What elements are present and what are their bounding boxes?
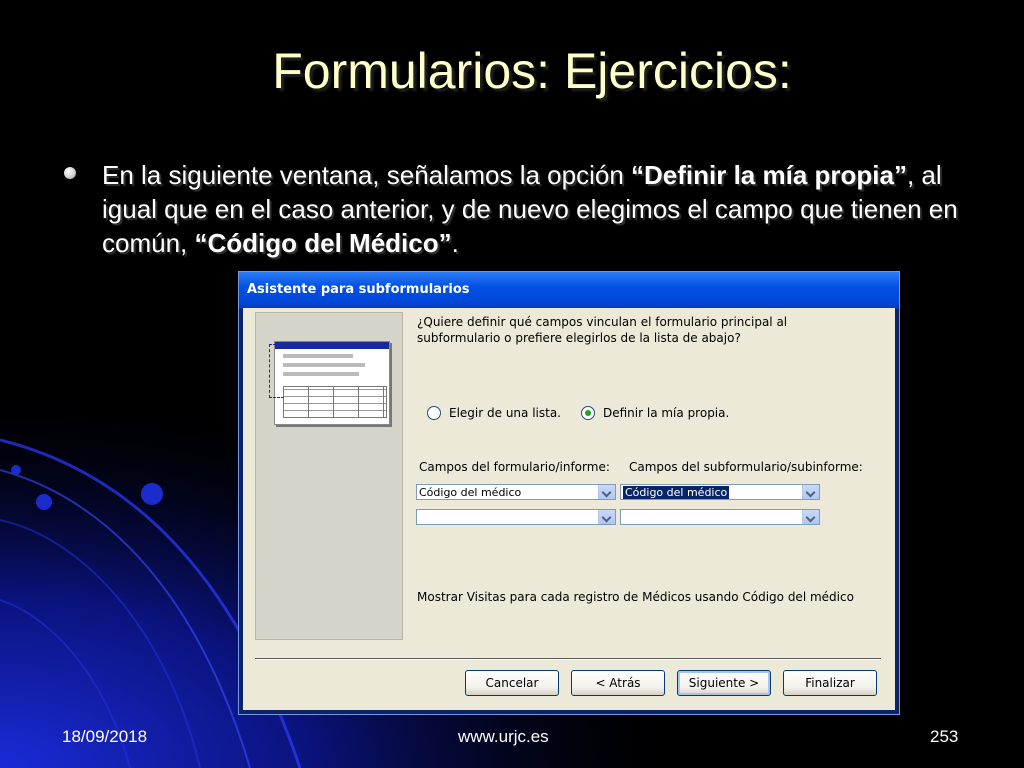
window-titlebar[interactable]: Asistente para subformularios	[239, 272, 899, 309]
option-define-own-label: Definir la mía propia.	[603, 406, 730, 420]
dialog-body: ¿Quiere definir qué campos vinculan el f…	[243, 308, 895, 710]
form-fields-label: Campos del formulario/informe:	[419, 460, 610, 474]
radio-choose-from-list[interactable]	[427, 406, 441, 420]
slide-title: Formularios: Ejercicios:	[272, 43, 792, 99]
form-field-select-2[interactable]	[416, 509, 616, 525]
chevron-down-icon[interactable]	[802, 510, 819, 524]
finish-button[interactable]: Finalizar	[783, 670, 877, 696]
footer-page-number: 253	[930, 727, 959, 746]
option-define-own[interactable]: Definir la mía propia.	[581, 406, 729, 420]
window-title: Asistente para subformularios	[247, 282, 470, 297]
wizard-illustration-panel	[255, 312, 403, 640]
next-button[interactable]: Siguiente >	[677, 670, 771, 696]
option-choose-from-list[interactable]: Elegir de una lista.	[427, 406, 561, 420]
footer-date: 18/09/2018	[62, 727, 148, 746]
subform-field-select-2[interactable]	[620, 509, 820, 525]
wizard-question: ¿Quiere definir qué campos vinculan el f…	[417, 315, 788, 345]
radio-define-own[interactable]	[581, 406, 595, 420]
back-button[interactable]: < Atrás	[571, 670, 665, 696]
option-choose-from-list-label: Elegir de una lista.	[449, 406, 561, 420]
subform-wizard-window: Asistente para subformularios ¿Quiere de…	[238, 271, 900, 715]
form-field-select-1[interactable]: Código del médico	[416, 484, 616, 500]
bullet-text: En la siguiente ventana, señalamos la op…	[102, 160, 958, 258]
footer-url: www.urjc.es	[458, 727, 549, 746]
bullet-icon	[64, 167, 76, 179]
subform-fields-label: Campos del subformulario/subinforme:	[629, 460, 863, 474]
cancel-button[interactable]: Cancelar	[465, 670, 559, 696]
subform-field-select-1[interactable]: Código del médico	[620, 484, 820, 500]
form-preview-icon	[269, 341, 390, 425]
divider	[255, 658, 881, 660]
link-summary: Mostrar Visitas para cada registro de Mé…	[417, 590, 854, 604]
chevron-down-icon[interactable]	[802, 485, 819, 499]
chevron-down-icon[interactable]	[598, 485, 615, 499]
chevron-down-icon[interactable]	[598, 510, 615, 524]
